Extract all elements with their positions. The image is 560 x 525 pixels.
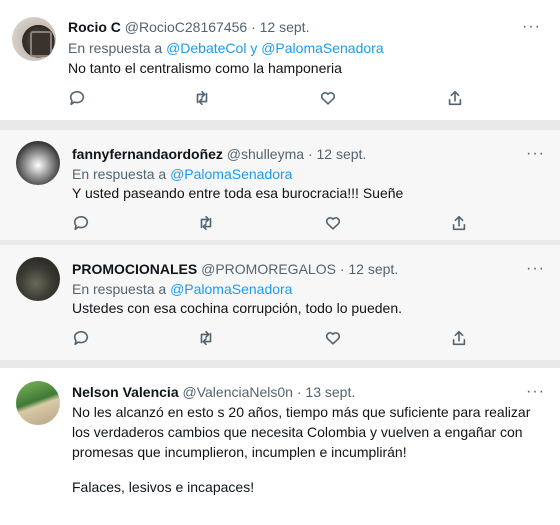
like-icon[interactable] <box>319 89 339 109</box>
like-icon[interactable] <box>324 214 344 234</box>
tweet-text: No tanto el centralismo como la hamponer… <box>68 60 342 76</box>
share-icon[interactable] <box>446 89 466 109</box>
tweet-date[interactable]: 12 sept. <box>260 19 310 35</box>
mention-link[interactable]: @PalomaSenadora <box>170 281 292 297</box>
mention-link[interactable]: @DebateCol y @PalomaSenadora <box>166 40 384 56</box>
tweet-header: Nelson Valencia @ValenciaNels0n · 13 sep… <box>72 384 356 400</box>
tweet-header: PROMOCIONALES @PROMOREGALOS · 12 sept. <box>72 261 399 277</box>
avatar[interactable] <box>12 17 56 61</box>
tweet-date[interactable]: 12 sept. <box>317 146 367 162</box>
text-line: los verdaderos cambios que necesita Colo… <box>72 424 523 440</box>
reply-context: En respuesta a @DebateCol y @PalomaSenad… <box>68 40 384 56</box>
author-handle[interactable]: @shulleyma <box>227 146 304 162</box>
author-handle[interactable]: @ValenciaNels0n <box>183 384 293 400</box>
divider <box>0 360 560 368</box>
retweet-icon[interactable] <box>197 214 217 234</box>
retweet-icon[interactable] <box>197 329 217 349</box>
share-icon[interactable] <box>450 214 470 234</box>
author-name[interactable]: PROMOCIONALES <box>72 261 197 277</box>
reply-icon[interactable] <box>72 214 92 234</box>
like-icon[interactable] <box>324 329 344 349</box>
divider <box>0 120 560 130</box>
tweet-actions <box>72 214 472 234</box>
author-name[interactable]: fannyfernandaordoñez <box>72 146 223 162</box>
tweet-header: fannyfernandaordoñez @shulleyma · 12 sep… <box>72 146 367 162</box>
more-options-icon[interactable]: ··· <box>522 19 541 35</box>
avatar[interactable] <box>16 257 60 301</box>
tweet-actions <box>72 329 472 349</box>
reply-icon[interactable] <box>72 329 92 349</box>
tweet-text: Y usted paseando entre toda esa burocrac… <box>72 185 404 201</box>
tweet-text: No les alcanzó en esto s 20 años, tiempo… <box>72 402 530 462</box>
share-icon[interactable] <box>450 329 470 349</box>
reply-icon[interactable] <box>68 89 88 109</box>
tweet-header: Rocio C @RocioC28167456 · 12 sept. <box>68 19 310 35</box>
tweet-text: Ustedes con esa cochina corrupción, todo… <box>72 300 402 316</box>
more-options-icon[interactable]: ··· <box>526 146 545 162</box>
reply-context: En respuesta a @PalomaSenadora <box>72 281 293 297</box>
tweet-date[interactable]: 12 sept. <box>348 261 398 277</box>
avatar[interactable] <box>16 141 60 185</box>
author-handle[interactable]: @PROMOREGALOS <box>201 261 336 277</box>
retweet-icon[interactable] <box>193 89 213 109</box>
text-line: promesas que incumplieron, incumplen e i… <box>72 444 407 460</box>
tweet-text: Falaces, lesivos e incapaces! <box>72 479 255 495</box>
author-name[interactable]: Nelson Valencia <box>72 384 179 400</box>
tweet-actions <box>68 89 468 109</box>
tweet-date[interactable]: 13 sept. <box>305 384 355 400</box>
more-options-icon[interactable]: ··· <box>526 261 545 277</box>
text-line: No les alcanzó en esto s 20 años, tiempo… <box>72 404 531 420</box>
mention-link[interactable]: @PalomaSenadora <box>170 166 292 182</box>
reply-context: En respuesta a @PalomaSenadora <box>72 166 293 182</box>
more-options-icon[interactable]: ··· <box>526 384 545 400</box>
author-name[interactable]: Rocio C <box>68 19 121 35</box>
avatar[interactable] <box>16 381 60 425</box>
author-handle[interactable]: @RocioC28167456 <box>125 19 247 35</box>
